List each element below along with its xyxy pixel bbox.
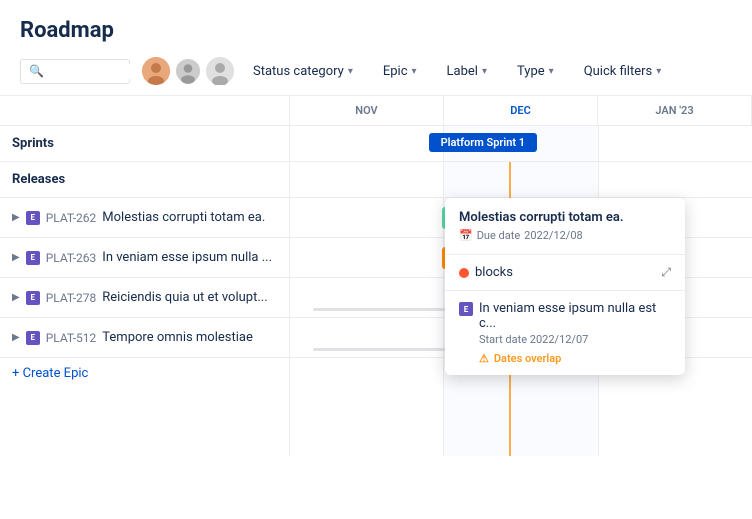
chevron-down-icon: ▾ bbox=[348, 66, 353, 77]
releases-timeline-row bbox=[290, 162, 752, 198]
issue-name: Reiciendis quia ut et volupt... bbox=[102, 290, 267, 305]
row-label: ▶ E PLAT-263 In veniam esse ipsum nulla … bbox=[0, 250, 284, 265]
issue-key: PLAT-263 bbox=[46, 251, 97, 265]
quick-filters-filter[interactable]: Quick filters ▾ bbox=[573, 58, 673, 85]
right-panel: Platform Sprint 1 🔗 🔗 bbox=[290, 126, 752, 456]
external-link-icon[interactable]: ⤢ bbox=[661, 265, 671, 280]
sprint-badge: Platform Sprint 1 bbox=[429, 133, 537, 152]
chevron-down-icon: ▾ bbox=[656, 66, 661, 77]
table-row: ▶ E PLAT-262 Molestias corrupti totam ea… bbox=[0, 198, 289, 238]
search-icon: 🔍 bbox=[29, 64, 44, 78]
chevron-down-icon: ▾ bbox=[482, 66, 487, 77]
month-dec: DEC bbox=[444, 96, 598, 125]
releases-section-title: Releases bbox=[12, 172, 65, 187]
month-cells: NOV DEC JAN '23 bbox=[290, 96, 752, 125]
page-container: Roadmap 🔍 Status category ▾ Epic ▾ bbox=[0, 0, 752, 456]
label-label: Label bbox=[447, 64, 478, 79]
blocks-dot-icon bbox=[459, 268, 469, 278]
popup-due-date: 📅 Due date 2022/12/08 bbox=[459, 229, 671, 242]
chevron-down-icon: ▾ bbox=[549, 66, 554, 77]
epic-label: Epic bbox=[383, 64, 408, 79]
label-filter[interactable]: Label ▾ bbox=[436, 58, 498, 85]
create-epic-label: + Create Epic bbox=[12, 366, 88, 381]
releases-section-row: Releases bbox=[0, 162, 289, 198]
table-row: ▶ E PLAT-278 Reiciendis quia ut et volup… bbox=[0, 278, 289, 318]
sprints-section-title: Sprints bbox=[12, 136, 54, 151]
sprints-timeline-row: Platform Sprint 1 bbox=[290, 126, 752, 162]
left-header-spacer bbox=[0, 96, 290, 125]
start-date-label: Start date bbox=[479, 333, 530, 346]
calendar-icon: 📅 bbox=[459, 229, 473, 242]
month-jan: JAN '23 bbox=[598, 96, 752, 125]
popup-title: Molestias corrupti totam ea. bbox=[459, 210, 671, 225]
issue-name: Molestias corrupti totam ea. bbox=[102, 210, 265, 225]
toolbar: 🔍 Status category ▾ Epic ▾ Label ▾ bbox=[0, 57, 752, 96]
search-input[interactable] bbox=[50, 64, 130, 79]
popup-linked-item: E In veniam esse ipsum nulla est c... St… bbox=[445, 291, 685, 375]
warning-icon: ⚠ bbox=[479, 352, 489, 365]
grid-container: Sprints Releases ▶ E PLAT-262 Molestias … bbox=[0, 126, 752, 456]
timeline-wrapper: NOV DEC JAN '23 Sprints Releases bbox=[0, 96, 752, 456]
linked-meta: Start date 2022/12/07 bbox=[479, 333, 671, 346]
start-date-value: 2022/12/07 bbox=[530, 333, 589, 346]
avatars bbox=[142, 57, 234, 85]
row-label: ▶ E PLAT-278 Reiciendis quia ut et volup… bbox=[0, 290, 280, 305]
issue-key: PLAT-262 bbox=[46, 211, 97, 225]
blocks-text: blocks bbox=[475, 265, 513, 280]
dependency-popup: Molestias corrupti totam ea. 📅 Due date … bbox=[445, 198, 685, 375]
expand-arrow-icon[interactable]: ▶ bbox=[12, 332, 20, 343]
month-nov: NOV bbox=[290, 96, 444, 125]
issue-key: PLAT-278 bbox=[46, 291, 97, 305]
epic-badge: E bbox=[26, 291, 40, 305]
issue-name: Tempore omnis molestiae bbox=[102, 330, 253, 345]
plat-512-progress-bar bbox=[313, 348, 452, 351]
issue-name: In veniam esse ipsum nulla ... bbox=[102, 250, 272, 265]
quick-filters-label: Quick filters bbox=[584, 64, 653, 79]
row-label: ▶ E PLAT-512 Tempore omnis molestiae bbox=[0, 330, 265, 345]
chevron-down-icon: ▾ bbox=[412, 66, 417, 77]
table-row: ▶ E PLAT-263 In veniam esse ipsum nulla … bbox=[0, 238, 289, 278]
linked-text: In veniam esse ipsum nulla est c... Star… bbox=[479, 301, 671, 365]
row-label: ▶ E PLAT-262 Molestias corrupti totam ea… bbox=[0, 210, 277, 225]
avatar-1[interactable] bbox=[142, 57, 170, 85]
table-row: ▶ E PLAT-512 Tempore omnis molestiae bbox=[0, 318, 289, 358]
status-category-filter[interactable]: Status category ▾ bbox=[242, 58, 364, 85]
left-panel: Sprints Releases ▶ E PLAT-262 Molestias … bbox=[0, 126, 290, 456]
page-header: Roadmap bbox=[0, 0, 752, 43]
expand-arrow-icon[interactable]: ▶ bbox=[12, 292, 20, 303]
popup-first-item: Molestias corrupti totam ea. 📅 Due date … bbox=[445, 198, 685, 255]
expand-arrow-icon[interactable]: ▶ bbox=[12, 252, 20, 263]
sprints-section-row: Sprints bbox=[0, 126, 289, 162]
type-filter[interactable]: Type ▾ bbox=[506, 58, 565, 85]
due-date-label: Due date bbox=[477, 229, 520, 242]
issue-key: PLAT-512 bbox=[46, 331, 97, 345]
search-box[interactable]: 🔍 bbox=[20, 59, 130, 84]
epic-filter[interactable]: Epic ▾ bbox=[372, 58, 428, 85]
overlap-warning: ⚠ Dates overlap bbox=[479, 352, 671, 365]
month-header: NOV DEC JAN '23 bbox=[0, 96, 752, 126]
page-title: Roadmap bbox=[20, 18, 732, 43]
linked-name: In veniam esse ipsum nulla est c... bbox=[479, 301, 671, 331]
epic-badge: E bbox=[26, 251, 40, 265]
status-category-label: Status category bbox=[253, 64, 344, 79]
linked-badge: E bbox=[459, 302, 473, 316]
avatar-3[interactable] bbox=[206, 57, 234, 85]
epic-badge: E bbox=[26, 331, 40, 345]
type-label: Type bbox=[517, 64, 545, 79]
expand-arrow-icon[interactable]: ▶ bbox=[12, 212, 20, 223]
blocks-label: blocks bbox=[459, 265, 513, 280]
overlap-text: Dates overlap bbox=[494, 352, 562, 365]
create-epic-button[interactable]: + Create Epic bbox=[0, 358, 289, 389]
due-date-value: 2022/12/08 bbox=[524, 229, 583, 242]
avatar-2[interactable] bbox=[174, 57, 202, 85]
blocks-row: blocks ⤢ bbox=[445, 255, 685, 291]
linked-item: E In veniam esse ipsum nulla est c... St… bbox=[459, 301, 671, 365]
epic-badge: E bbox=[26, 211, 40, 225]
